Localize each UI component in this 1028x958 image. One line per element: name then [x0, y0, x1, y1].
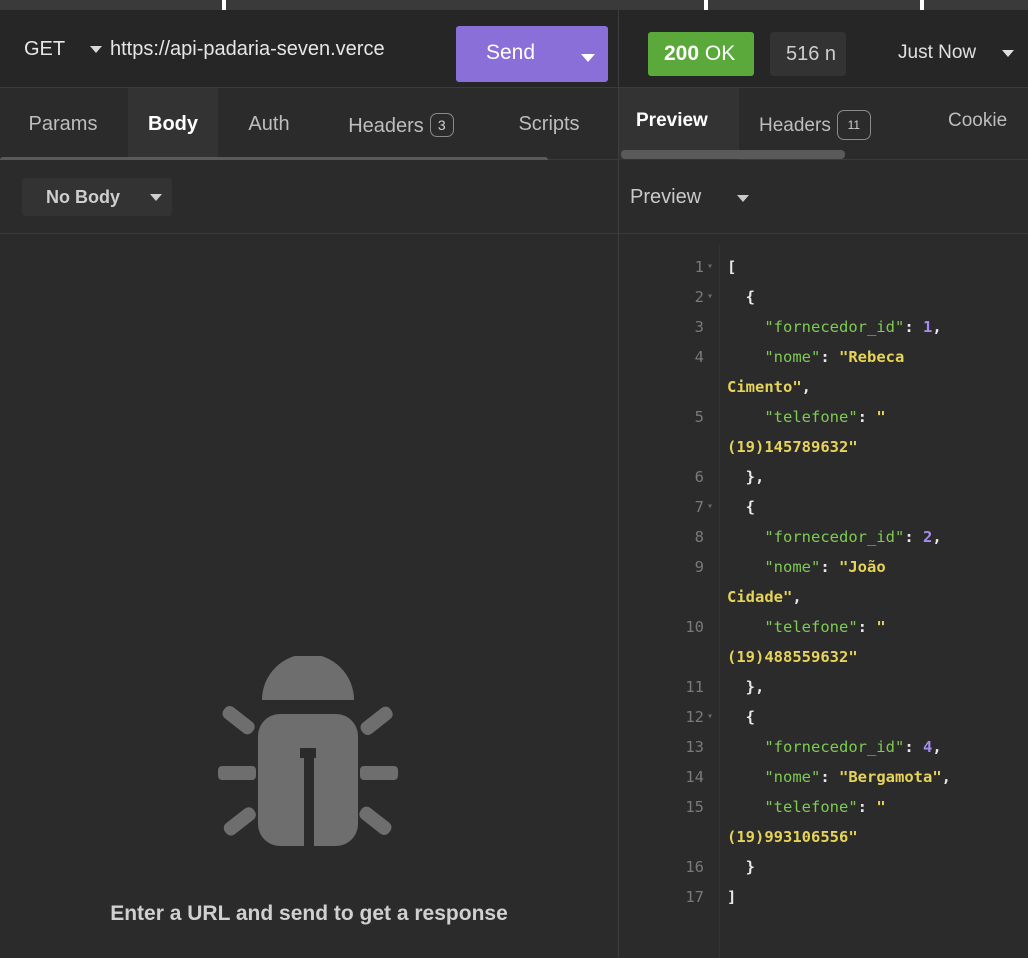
line-gutter: 1 ▾ 2 ▾ 3 4 5 6 7 ▾ 8 9 10 11 12 ▾ 13 14 15 16 17 — [619, 244, 719, 958]
code-line: (19)993106556" — [727, 828, 858, 846]
fold-toggle-icon[interactable]: ▾ — [707, 711, 713, 722]
line-number: 15 — [685, 798, 704, 816]
tab-scripts[interactable]: Scripts — [492, 88, 606, 160]
code-line: "fornecedor_id": 1, — [764, 318, 942, 336]
code-line: [ — [727, 258, 737, 276]
tab-label: Headers — [759, 115, 831, 136]
line-number: 8 — [694, 528, 704, 546]
fold-toggle-icon[interactable]: ▾ — [707, 291, 713, 302]
code-line: }, — [745, 678, 765, 696]
line-number: 1 — [694, 258, 704, 276]
code-line: "fornecedor_id": 2, — [764, 528, 942, 546]
line-number: 13 — [685, 738, 704, 756]
body-type-row: No Body — [0, 160, 618, 234]
response-header: 200 OK 516 n Just Now — [619, 10, 1028, 88]
line-number: 3 — [694, 318, 704, 336]
preview-mode-dropdown[interactable]: Preview — [630, 186, 701, 209]
response-pane: 200 OK 516 n Just Now Preview Headers 11 … — [619, 10, 1028, 958]
json-viewer[interactable]: 1 ▾ 2 ▾ 3 4 5 6 7 ▾ 8 9 10 11 12 ▾ 13 14 15 16 17 [ { "forne… — [619, 244, 1028, 958]
line-number: 16 — [685, 858, 704, 876]
code-line: "fornecedor_id": 4, — [764, 738, 942, 756]
request-tabs: Params Body Auth Headers 3 Scripts — [0, 88, 618, 160]
line-number: 11 — [685, 678, 704, 696]
gutter-divider — [719, 244, 720, 958]
line-number: 4 — [694, 348, 704, 366]
tab-label: Preview — [636, 110, 708, 131]
url-bar: GET https://api-padaria-seven.verce Send — [0, 10, 618, 88]
caret-down-icon — [150, 194, 162, 201]
code-line: { — [745, 708, 756, 726]
headers-count-badge: 11 — [836, 110, 871, 140]
tab-params[interactable]: Params — [0, 88, 126, 160]
code-line: "telefone": " — [764, 798, 886, 816]
bug-icon — [218, 656, 398, 846]
code-line: "nome": "Rebeca — [764, 348, 905, 366]
send-button-label: Send — [486, 41, 536, 64]
line-number: 14 — [685, 768, 704, 786]
tab-label: Scripts — [518, 113, 580, 135]
tab-label: Params — [28, 113, 98, 135]
code-line: "telefone": " — [764, 408, 886, 426]
tabs-scrollbar[interactable] — [621, 150, 845, 159]
tab-cookies[interactable]: Cookie — [931, 88, 1028, 160]
code-line: "telefone": " — [764, 618, 886, 636]
window-top-strip — [0, 0, 1028, 10]
response-size: 516 n — [770, 32, 846, 76]
status-text: OK — [704, 42, 736, 65]
line-number: 12 — [685, 708, 704, 726]
tab-body[interactable]: Body — [128, 88, 218, 160]
status-code: 200 — [664, 42, 700, 65]
line-number: 10 — [685, 618, 704, 636]
line-number: 17 — [685, 888, 704, 906]
tab-label: Headers — [348, 115, 424, 137]
code-line: { — [745, 498, 756, 516]
caret-down-icon[interactable] — [1002, 50, 1014, 57]
code-line: { — [745, 288, 756, 306]
body-type-dropdown[interactable]: No Body — [22, 178, 172, 216]
send-button[interactable]: Send — [456, 26, 608, 82]
code-line: (19)488559632" — [727, 648, 858, 666]
code-line: (19)145789632" — [727, 438, 858, 456]
tab-label: Cookie — [948, 110, 1008, 131]
status-badge: 200 OK — [648, 32, 754, 76]
body-type-label: No Body — [46, 187, 120, 207]
fold-toggle-icon[interactable]: ▾ — [707, 261, 713, 272]
line-number: 2 — [694, 288, 704, 306]
code-line: ] — [727, 888, 737, 906]
preview-mode-row: Preview — [619, 160, 1028, 234]
tab-label: Auth — [248, 113, 290, 135]
method-selector[interactable]: GET — [24, 38, 65, 61]
code-line: Cidade", — [727, 588, 802, 606]
caret-down-icon[interactable] — [737, 195, 749, 202]
empty-state-message: Enter a URL and send to get a response — [110, 902, 508, 925]
fold-toggle-icon[interactable]: ▾ — [707, 501, 713, 512]
line-number: 6 — [694, 468, 704, 486]
response-time-dropdown[interactable]: Just Now — [898, 42, 976, 64]
headers-count-badge: 3 — [429, 113, 454, 137]
line-number: 5 — [694, 408, 704, 426]
code-line: "nome": "Bergamota", — [764, 768, 951, 786]
code-line: } — [745, 858, 756, 876]
code-line: Cimento", — [727, 378, 811, 396]
request-pane: GET https://api-padaria-seven.verce Send… — [0, 10, 618, 958]
line-number: 7 — [694, 498, 704, 516]
url-input[interactable]: https://api-padaria-seven.verce — [110, 38, 456, 61]
caret-down-icon[interactable] — [581, 54, 595, 62]
code-line: "nome": "João — [764, 558, 886, 576]
tab-headers[interactable]: Headers 3 — [316, 88, 486, 160]
caret-down-icon[interactable] — [90, 46, 102, 53]
line-number: 9 — [694, 558, 704, 576]
tab-label: Body — [148, 113, 198, 135]
tab-auth[interactable]: Auth — [224, 88, 314, 160]
code-line: }, — [745, 468, 765, 486]
